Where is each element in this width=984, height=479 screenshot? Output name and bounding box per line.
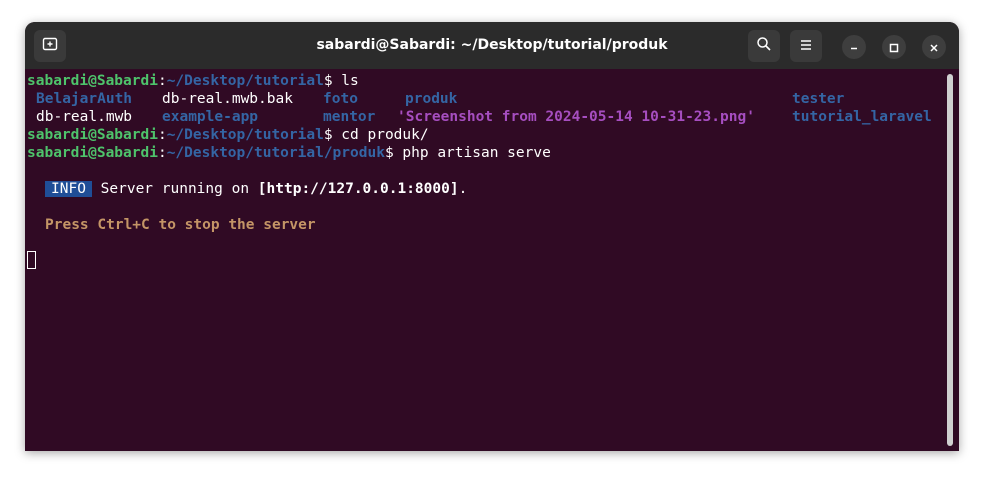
prompt-colon: : — [157, 145, 167, 161]
prompt-path: ~/Desktop/tutorial — [166, 127, 324, 143]
command-text: cd produk/ — [341, 127, 429, 143]
ls-entry-directory: foto — [323, 91, 358, 107]
ls-entry-directory: produk — [405, 91, 458, 107]
prompt-line: sabardi@Sabardi:~/Desktop/tutorial/produ… — [27, 144, 551, 162]
prompt-line: sabardi@Sabardi:~/Desktop/tutorial$ ls — [27, 72, 359, 90]
prompt-symbol: $ — [384, 145, 403, 161]
prompt-colon: : — [157, 73, 167, 89]
prompt-symbol: $ — [323, 127, 342, 143]
info-badge: INFO — [45, 181, 92, 197]
maximize-icon — [889, 38, 899, 57]
server-info-line: INFO Server running on [http://127.0.0.1… — [45, 180, 467, 198]
info-text: Server running on — [91, 181, 258, 197]
menu-button[interactable] — [790, 30, 822, 62]
command-text: php artisan serve — [402, 145, 551, 161]
minimize-button[interactable] — [842, 35, 866, 59]
prompt-path: ~/Desktop/tutorial — [166, 73, 324, 89]
ls-entry-directory: tutorial_laravel — [792, 109, 932, 125]
stop-server-hint: Press Ctrl+C to stop the server — [45, 217, 316, 233]
terminal-output[interactable]: sabardi@Sabardi:~/Desktop/tutorial$ ls B… — [25, 69, 945, 451]
ls-entry-directory: mentor — [323, 109, 376, 125]
prompt-user: sabardi@Sabardi — [27, 127, 158, 143]
search-button[interactable] — [748, 30, 780, 62]
new-tab-button[interactable] — [34, 30, 66, 62]
new-tab-icon — [42, 36, 58, 56]
terminal-window: sabardi@Sabardi: ~/Desktop/tutorial/prod… — [25, 22, 959, 451]
ls-entry-directory: BelajarAuth — [36, 91, 133, 107]
ls-entry-image-file: 'Screenshot from 2024-05-14 10-31-23.png… — [397, 109, 755, 125]
scrollbar[interactable] — [947, 74, 953, 446]
search-icon — [756, 36, 772, 56]
prompt-user: sabardi@Sabardi — [27, 145, 158, 161]
close-icon — [929, 38, 939, 57]
prompt-line: sabardi@Sabardi:~/Desktop/tutorial$ cd p… — [27, 126, 429, 144]
text-cursor — [27, 251, 36, 269]
hamburger-menu-icon — [799, 37, 813, 56]
maximize-button[interactable] — [882, 35, 906, 59]
prompt-colon: : — [157, 127, 167, 143]
ls-entry-directory: tester — [792, 91, 845, 107]
title-bar: sabardi@Sabardi: ~/Desktop/tutorial/prod… — [25, 22, 959, 69]
minimize-icon — [849, 38, 859, 57]
info-text-end: . — [458, 181, 468, 197]
prompt-user: sabardi@Sabardi — [27, 73, 158, 89]
server-url[interactable]: [http://127.0.0.1:8000] — [258, 181, 459, 197]
close-button[interactable] — [922, 35, 946, 59]
ls-entry-file: db-real.mwb.bak — [162, 91, 293, 107]
ls-entry-file: db-real.mwb — [36, 109, 133, 125]
ls-output-row: db-real.mwb example-app mentor 'Screensh… — [27, 108, 942, 126]
ls-entry-directory: example-app — [162, 109, 259, 125]
prompt-symbol: $ — [323, 73, 342, 89]
ls-output-row: BelajarAuth db-real.mwb.bak foto produk … — [27, 90, 942, 108]
command-text: ls — [341, 73, 359, 89]
prompt-path: ~/Desktop/tutorial/produk — [166, 145, 385, 161]
